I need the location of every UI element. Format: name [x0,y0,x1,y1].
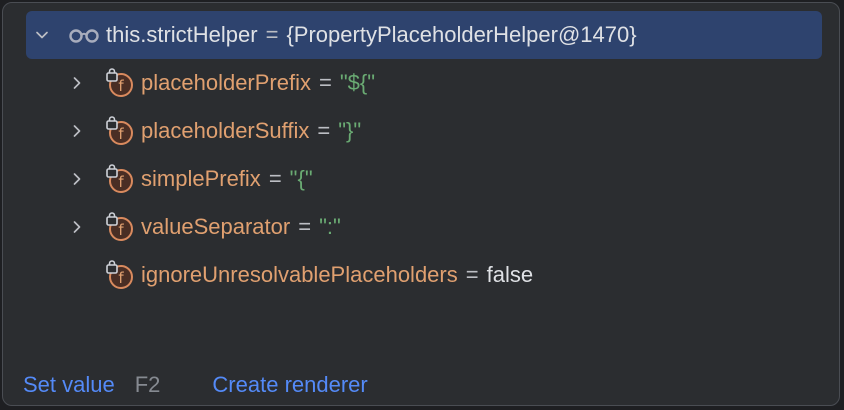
tree-row-field[interactable]: f valueSeparator = ":" [3,203,839,251]
field-name: simplePrefix [141,166,261,191]
chevron-right-icon[interactable] [67,217,87,237]
equals-sign: = [298,214,312,239]
tree-row-field[interactable]: f placeholderSuffix = "}" [3,107,839,155]
watch-glasses-icon [68,25,100,45]
field-value: "}" [338,118,362,143]
final-field-lock-icon: f [105,212,135,242]
equals-sign: = [268,166,282,191]
svg-text:f: f [118,269,124,287]
field-value: false [486,262,534,287]
set-value-shortcut: F2 [134,372,161,397]
field-value: "${" [339,70,376,95]
tree-row-field[interactable]: f ignoreUnresolvablePlaceholders = false [3,251,839,299]
chevron-right-icon[interactable] [67,169,87,189]
svg-text:f: f [118,77,124,95]
tree-row-field[interactable]: f simplePrefix = "{" [3,155,839,203]
tree-row-field[interactable]: f placeholderPrefix = "${" [3,59,839,107]
equals-sign: = [317,118,331,143]
field-name: placeholderPrefix [141,70,311,95]
equals-sign: = [265,22,279,47]
equals-sign: = [465,262,479,287]
popup-footer: Set value F2 Create renderer [23,365,368,405]
set-value-link[interactable]: Set value [23,372,115,398]
field-name: placeholderSuffix [141,118,310,143]
equals-sign: = [318,70,332,95]
debugger-value-popup: this.strictHelper = {PropertyPlaceholder… [2,2,840,406]
final-field-lock-icon: f [105,68,135,98]
svg-text:f: f [118,125,124,143]
final-field-lock-icon: f [105,164,135,194]
final-field-lock-icon: f [105,260,135,290]
svg-text:f: f [118,173,124,191]
field-value: ":" [319,214,341,239]
chevron-right-icon[interactable] [67,121,87,141]
field-value: "{" [289,166,313,191]
root-variable-value: {PropertyPlaceholderHelper@1470} [286,22,637,47]
field-name: ignoreUnresolvablePlaceholders [141,262,458,287]
create-renderer-link[interactable]: Create renderer [212,372,367,398]
field-name: valueSeparator [141,214,291,239]
chevron-down-icon[interactable] [32,25,52,45]
root-variable-name: this.strictHelper [106,22,258,47]
chevron-right-icon[interactable] [67,73,87,93]
tree-row-root[interactable]: this.strictHelper = {PropertyPlaceholder… [26,11,822,59]
svg-text:f: f [118,221,124,239]
final-field-lock-icon: f [105,116,135,146]
